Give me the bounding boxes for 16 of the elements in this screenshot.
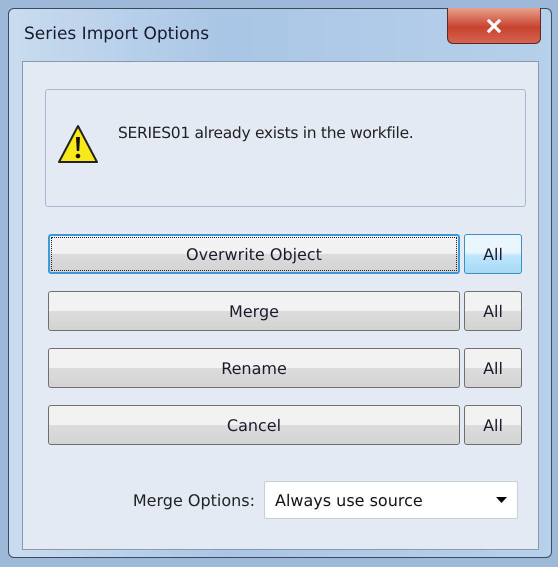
apply-all-button[interactable]: All (464, 291, 522, 331)
action-button[interactable]: Cancel (48, 405, 460, 445)
apply-all-button[interactable]: All (464, 348, 522, 388)
window-title: Series Import Options (24, 24, 210, 44)
apply-all-button[interactable]: All (464, 234, 522, 274)
action-button[interactable]: Merge (48, 291, 460, 331)
merge-options-label: Merge Options: (132, 490, 255, 510)
close-icon (486, 18, 502, 32)
warning-icon (56, 123, 100, 165)
action-button[interactable]: Overwrite Object (48, 234, 460, 274)
dropdown-arrow-icon (496, 497, 507, 503)
action-button[interactable]: Rename (48, 348, 460, 388)
message-text: SERIES01 already exists in the workfile. (118, 124, 414, 142)
apply-all-button[interactable]: All (464, 405, 522, 445)
merge-options-dropdown[interactable]: Always use source (264, 481, 518, 519)
close-button[interactable] (447, 8, 541, 44)
